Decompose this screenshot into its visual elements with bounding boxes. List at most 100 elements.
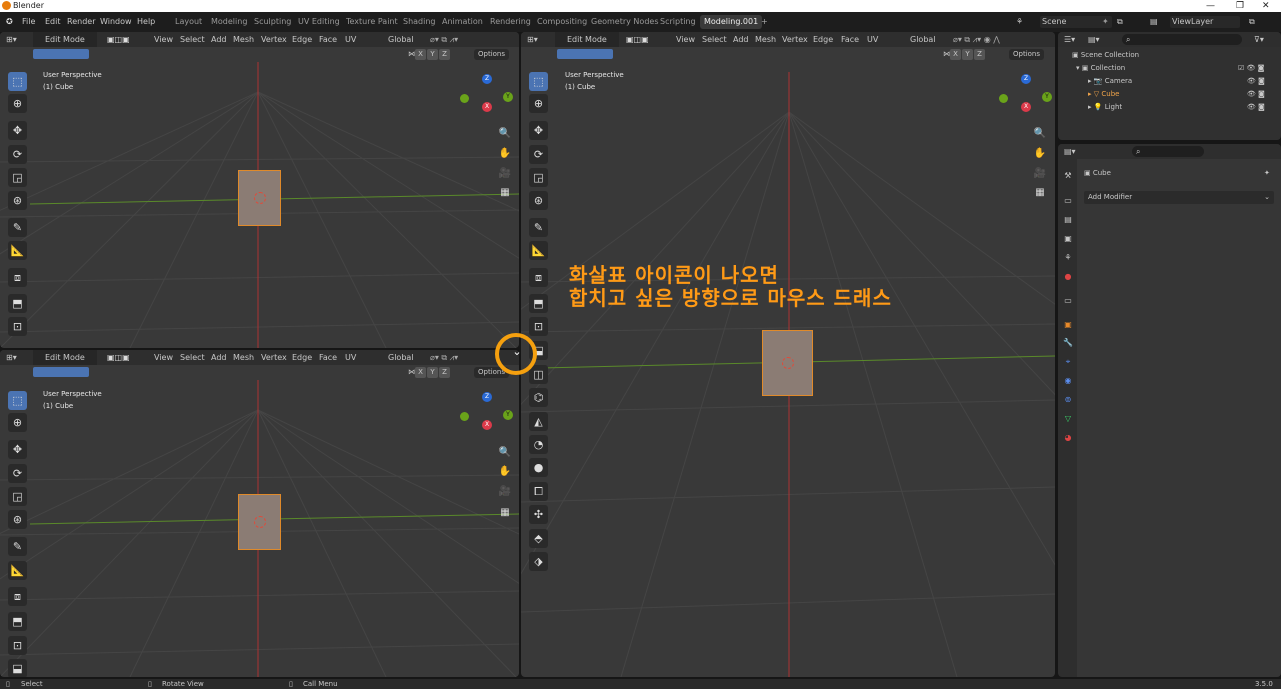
measure-tool[interactable]: 📐 <box>8 241 27 260</box>
menu-mesh[interactable]: Mesh <box>233 32 254 47</box>
orientation-dropdown[interactable]: Global <box>388 32 414 47</box>
collection-tab-icon[interactable]: ▭ <box>1063 296 1073 306</box>
tab-uv-editing[interactable]: UV Editing <box>298 12 340 32</box>
scale-tool[interactable]: ◲ <box>529 168 548 187</box>
display-mode-icon[interactable]: ▤▾ <box>1088 32 1100 47</box>
menu-uv[interactable]: UV <box>345 350 356 365</box>
select-mode-icons[interactable]: ▣◫▣ <box>626 32 649 47</box>
select-box-icons[interactable] <box>557 49 613 59</box>
light-row[interactable]: ▸ 💡 Light <box>1088 101 1122 114</box>
zoom-icon[interactable]: 🔍 <box>1032 126 1048 142</box>
rip-region-tool[interactable]: ⬗ <box>529 552 548 571</box>
maximize-button[interactable]: ❐ <box>1236 0 1244 12</box>
options-button[interactable]: Options <box>1009 49 1045 60</box>
loop-cut-tool[interactable]: ◫ <box>529 365 548 384</box>
add-workspace-button[interactable]: + <box>761 12 768 32</box>
rotate-tool[interactable]: ⟳ <box>8 145 27 164</box>
ortho-grid-icon[interactable]: ▦ <box>1032 185 1048 201</box>
cube-row[interactable]: ▸ ▽ Cube <box>1088 88 1119 101</box>
select-box-icons[interactable] <box>33 49 89 59</box>
modifier-wrench-icon[interactable]: 🔧 <box>1063 338 1073 348</box>
menu-mesh[interactable]: Mesh <box>755 32 776 47</box>
tab-layout[interactable]: Layout <box>175 12 202 32</box>
measure-tool[interactable]: 📐 <box>8 561 27 580</box>
minimize-button[interactable]: — <box>1206 0 1215 12</box>
search-input[interactable]: ⌕ <box>1122 34 1242 45</box>
select-mode-icons[interactable]: ▣◫▣ <box>107 350 130 365</box>
menu-select[interactable]: Select <box>702 32 727 47</box>
ortho-grid-icon[interactable]: ▦ <box>497 505 513 521</box>
axis-gizmo[interactable]: Z Y X <box>458 74 514 130</box>
zoom-icon[interactable]: 🔍 <box>497 445 513 461</box>
pan-hand-icon[interactable]: ✋ <box>1032 146 1048 162</box>
tab-sculpting[interactable]: Sculpting <box>254 12 291 32</box>
inset-tool[interactable]: ⊡ <box>8 636 27 655</box>
menu-face[interactable]: Face <box>841 32 859 47</box>
cursor-tool[interactable]: ⊕ <box>8 94 27 113</box>
select-box-tool[interactable]: ⬚ <box>8 72 27 91</box>
move-tool[interactable]: ✥ <box>529 121 548 140</box>
mirror-axes[interactable]: ⋈ X Y Z <box>943 49 986 60</box>
select-mode-icons[interactable]: ▣◫▣ <box>107 32 130 47</box>
object-tab-icon[interactable]: ▣ <box>1063 320 1073 330</box>
mode-dropdown[interactable]: Edit Mode <box>33 350 97 365</box>
extrude-tool[interactable]: ⬒ <box>529 294 548 313</box>
menu-face[interactable]: Face <box>319 32 337 47</box>
snapping-icons[interactable]: ⌀▾ ⧉ ⩘▾ <box>430 32 458 47</box>
view-layer-icon[interactable]: ▤ <box>1150 12 1158 32</box>
camera-view-icon[interactable]: 🎥 <box>1032 166 1048 182</box>
add-modifier-dropdown[interactable]: Add Modifier ⌄ <box>1084 191 1274 204</box>
select-box-tool[interactable]: ⬚ <box>529 72 548 91</box>
tab-scripting[interactable]: Scripting <box>660 12 696 32</box>
snapping-icons[interactable]: ⌀▾ ⧉ ⩘▾ <box>430 350 458 365</box>
camera-row[interactable]: ▸ 📷 Camera <box>1088 75 1132 88</box>
cube-object[interactable] <box>762 330 813 396</box>
properties-search-input[interactable]: ⌕ <box>1132 146 1204 157</box>
camera-view-icon[interactable]: 🎥 <box>497 166 513 182</box>
orientation-dropdown[interactable]: Global <box>910 32 936 47</box>
options-button[interactable]: Options <box>474 49 510 60</box>
scale-tool[interactable]: ◲ <box>8 168 27 187</box>
menu-select[interactable]: Select <box>180 350 205 365</box>
menu-render[interactable]: Render <box>67 12 95 32</box>
tab-texture-paint[interactable]: Texture Paint <box>346 12 398 32</box>
view-layer-field[interactable]: ViewLayer <box>1170 16 1240 28</box>
spin-tool[interactable]: ◔ <box>529 435 548 454</box>
viewport-bottom-left[interactable]: ⊞▾ Edit Mode ▣◫▣ View Select Add Mesh Ve… <box>0 350 519 677</box>
scene-icon[interactable]: ⚘ <box>1016 12 1023 32</box>
annotate-tool[interactable]: ✎ <box>529 218 548 237</box>
viewport-right[interactable]: ⊞▾ Edit Mode ▣◫▣ View Select Add Mesh Ve… <box>521 32 1055 677</box>
add-cube-tool[interactable]: ⧈ <box>8 268 27 287</box>
move-tool[interactable]: ✥ <box>8 440 27 459</box>
bevel-tool[interactable]: ⬓ <box>8 659 27 677</box>
tab-animation[interactable]: Animation <box>442 12 483 32</box>
ortho-grid-icon[interactable]: ▦ <box>497 185 513 201</box>
transform-tool[interactable]: ⊛ <box>8 510 27 529</box>
new-scene-icon[interactable]: ⧉ <box>1117 12 1123 32</box>
move-tool[interactable]: ✥ <box>8 121 27 140</box>
cube-object[interactable] <box>238 494 281 550</box>
menu-edit[interactable]: Edit <box>45 12 61 32</box>
output-tab-icon[interactable]: ▤ <box>1063 215 1073 225</box>
edge-slide-tool[interactable]: ⧠ <box>529 482 548 501</box>
rotate-tool[interactable]: ⟳ <box>529 145 548 164</box>
add-cube-tool[interactable]: ⧈ <box>529 268 548 287</box>
transform-tool[interactable]: ⊛ <box>529 191 548 210</box>
new-view-layer-icon[interactable]: ⧉ <box>1249 12 1255 32</box>
menu-edge[interactable]: Edge <box>813 32 833 47</box>
scale-tool[interactable]: ◲ <box>8 487 27 506</box>
smooth-tool[interactable]: ● <box>529 458 548 477</box>
blender-menu-icon[interactable]: ✪ <box>6 12 13 32</box>
menu-vertex[interactable]: Vertex <box>782 32 808 47</box>
tool-tab-icon[interactable]: ⚒ <box>1063 171 1073 181</box>
menu-mesh[interactable]: Mesh <box>233 350 254 365</box>
orientation-dropdown[interactable]: Global <box>388 350 414 365</box>
measure-tool[interactable]: 📐 <box>529 241 548 260</box>
menu-add[interactable]: Add <box>211 32 227 47</box>
tab-compositing[interactable]: Compositing <box>537 12 587 32</box>
shrink-fatten-tool[interactable]: ✣ <box>529 505 548 524</box>
cursor-tool[interactable]: ⊕ <box>8 413 27 432</box>
menu-vertex[interactable]: Vertex <box>261 32 287 47</box>
join-arrow-icon[interactable]: ⌄ <box>510 345 524 359</box>
annotate-tool[interactable]: ✎ <box>8 537 27 556</box>
